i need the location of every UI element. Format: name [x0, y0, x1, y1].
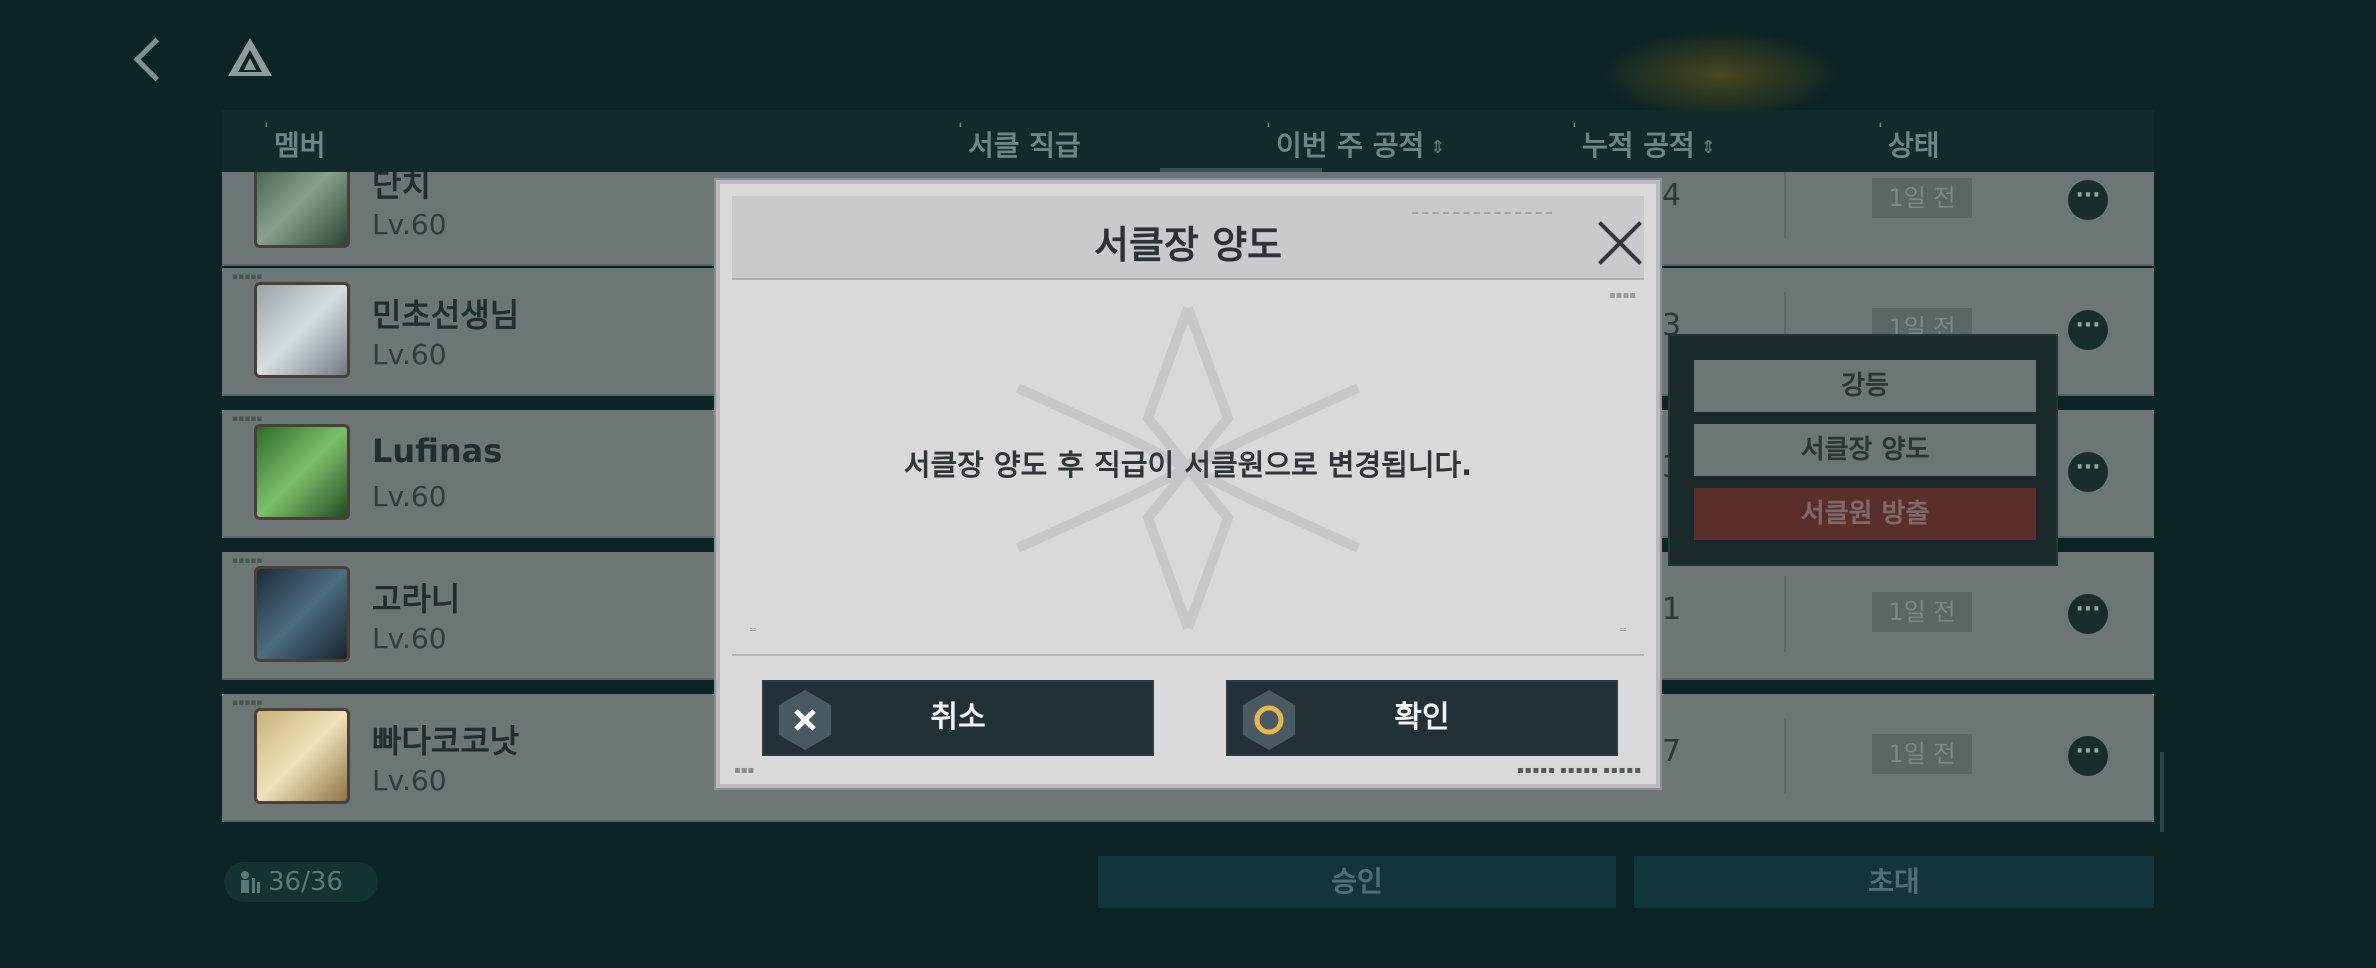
member-level: Lv.60	[372, 622, 447, 655]
approve-button[interactable]: 승인	[1098, 856, 1616, 908]
more-options-icon[interactable]: ···	[2068, 180, 2108, 220]
status-badge: 1일 전	[1872, 592, 1972, 632]
divider	[1784, 718, 1786, 794]
member-level: Lv.60	[372, 208, 447, 241]
transfer-leader-dialog: 서클장 양도 ▪▪▪▪ ═ ═ 서클장 양도 후 직급이 서클원으로 변경됩니다…	[716, 180, 1660, 788]
cancel-button[interactable]: 취소	[762, 680, 1154, 756]
avatar	[254, 282, 350, 378]
column-header-rank[interactable]: ˈ 서클 직급	[958, 120, 1081, 164]
status-badge: 1일 전	[1872, 734, 1972, 774]
total-merit: 4	[1662, 178, 1682, 213]
column-header-status[interactable]: ˈ 상태	[1878, 120, 1940, 164]
status-badge: 1일 전	[1872, 178, 1972, 218]
triangle-logo-icon[interactable]	[226, 36, 274, 78]
circle-members-screen: ˈ 멤버 ˈ 서클 직급 ˈ 이번 주 공적 ⇕ ˈ 누적 공적 ⇕ ˈ 상태 단치 Lv.6…	[0, 0, 2376, 968]
row-tag: ▪▪▪▪▪	[232, 272, 263, 282]
avatar	[254, 424, 350, 520]
resource-glow	[1600, 30, 1840, 120]
avatar	[254, 708, 350, 804]
corner-mark: ═	[750, 625, 757, 636]
row-tag: ▪▪▪▪▪	[232, 698, 263, 708]
demote-menu-item[interactable]: 강등	[1694, 360, 2036, 412]
member-action-menu: 강등 서클장 양도 서클원 방출	[1668, 334, 2058, 566]
member-count-badge: 36/36	[224, 862, 378, 902]
back-button[interactable]	[128, 30, 172, 86]
kick-member-menu-item[interactable]: 서클원 방출	[1694, 488, 2036, 540]
footer-mark: ▪▪▪	[734, 765, 755, 776]
column-header-weekly-merit[interactable]: ˈ 이번 주 공적 ⇕	[1266, 120, 1446, 164]
members-icon	[241, 871, 260, 893]
divider	[1784, 172, 1786, 238]
total-merit: 7	[1662, 734, 1682, 769]
more-options-icon[interactable]: ···	[2068, 736, 2108, 776]
corner-mark: ▪▪▪▪	[1608, 290, 1636, 301]
cancel-button-label: 취소	[930, 700, 986, 735]
row-tag: ▪▪▪▪▪	[232, 556, 263, 566]
member-table-header: ˈ 멤버 ˈ 서클 직급 ˈ 이번 주 공적 ⇕ ˈ 누적 공적 ⇕ ˈ 상태	[222, 110, 2154, 172]
member-level: Lv.60	[372, 480, 447, 513]
dialog-header: 서클장 양도	[732, 196, 1644, 280]
member-level: Lv.60	[372, 338, 447, 371]
confirm-button[interactable]: 확인	[1226, 680, 1618, 756]
divider	[1784, 576, 1786, 652]
footer-mark: ▪▪▪▪▪ ▪▪▪▪▪ ▪▪▪▪▪	[1516, 765, 1642, 776]
member-name: 빠다코코낫	[372, 722, 520, 760]
more-options-icon[interactable]: ···	[2068, 594, 2108, 634]
divider	[732, 654, 1644, 656]
scrollbar[interactable]	[2160, 752, 2164, 832]
dialog-message: 서클장 양도 후 직급이 서클원으로 변경됩니다.	[903, 448, 1473, 482]
dialog-title: 서클장 양도	[1093, 223, 1283, 267]
sort-icon: ⇕	[1430, 136, 1446, 158]
transfer-leader-menu-item[interactable]: 서클장 양도	[1694, 424, 2036, 476]
avatar	[254, 172, 350, 248]
member-name: Lufinas	[372, 432, 503, 470]
member-name: 민초선생님	[372, 296, 520, 334]
invite-button[interactable]: 초대	[1634, 856, 2154, 908]
member-level: Lv.60	[372, 764, 447, 797]
column-header-total-merit[interactable]: ˈ 누적 공적 ⇕	[1572, 120, 1716, 164]
close-icon[interactable]	[1594, 216, 1646, 268]
member-count-text: 36/36	[268, 867, 343, 897]
dialog-body: ▪▪▪▪ ═ ═ 서클장 양도 후 직급이 서클원으로 변경됩니다.	[732, 282, 1644, 654]
corner-mark: ═	[1619, 625, 1626, 636]
column-header-member[interactable]: ˈ 멤버	[264, 120, 326, 164]
more-options-icon[interactable]: ···	[2068, 310, 2108, 350]
avatar	[254, 566, 350, 662]
member-name: 단치	[372, 172, 431, 204]
row-tag: ▪▪▪▪▪	[232, 414, 263, 424]
member-name: 고라니	[372, 580, 461, 618]
sort-icon: ⇕	[1700, 136, 1716, 158]
total-merit: 1	[1662, 592, 1682, 627]
more-options-icon[interactable]: ···	[2068, 452, 2108, 492]
confirm-button-label: 확인	[1394, 700, 1450, 735]
